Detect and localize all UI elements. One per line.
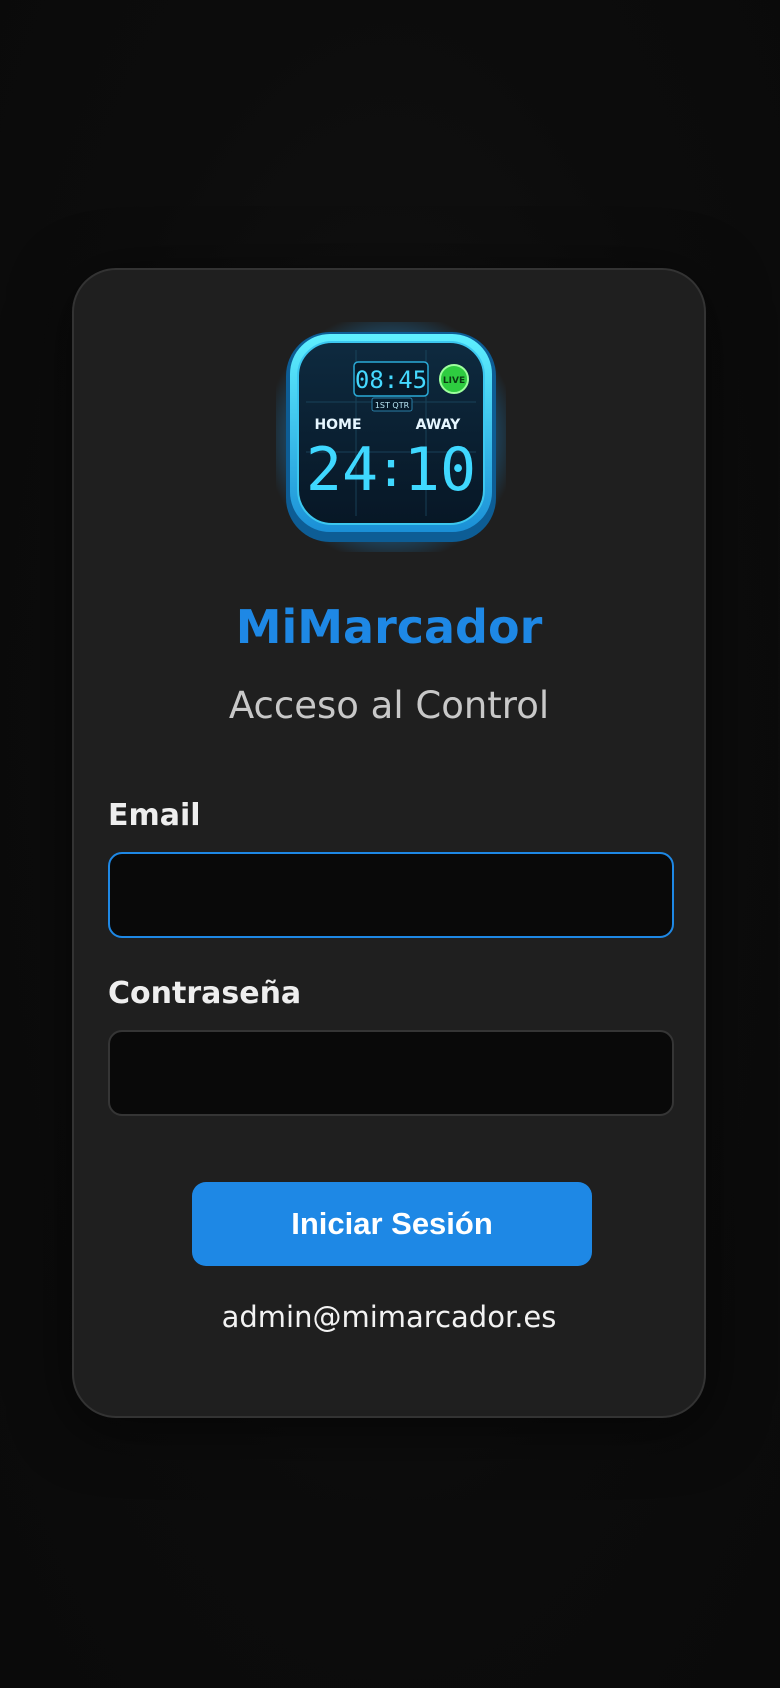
logo-away-label: AWAY: [416, 417, 462, 433]
logo-score-separator: :: [376, 440, 406, 498]
logo-away-score: 10: [404, 435, 476, 505]
app-title: MiMarcador: [235, 600, 543, 654]
email-label: Email: [108, 798, 201, 833]
password-field[interactable]: [108, 1030, 674, 1116]
scoreboard-app-icon: 08:45 1ST QTR LIVE HOME AWAY 24 : 10: [276, 322, 506, 552]
logo-home-score: 24: [306, 435, 378, 505]
login-page: 08:45 1ST QTR LIVE HOME AWAY 24 : 10 MiM…: [0, 0, 780, 1688]
logo-clock-text: 08:45: [355, 366, 427, 394]
page-subtitle: Acceso al Control: [228, 684, 550, 727]
logo-live-text: LIVE: [443, 376, 465, 386]
password-label: Contraseña: [108, 976, 302, 1011]
logo-home-label: HOME: [314, 417, 361, 433]
login-card: 08:45 1ST QTR LIVE HOME AWAY 24 : 10 MiM…: [72, 268, 706, 1418]
login-button[interactable]: Iniciar Sesión: [192, 1182, 592, 1266]
email-field[interactable]: [108, 852, 674, 938]
contact-email: admin@mimarcador.es: [221, 1300, 557, 1334]
logo-period-text: 1ST QTR: [375, 401, 410, 410]
